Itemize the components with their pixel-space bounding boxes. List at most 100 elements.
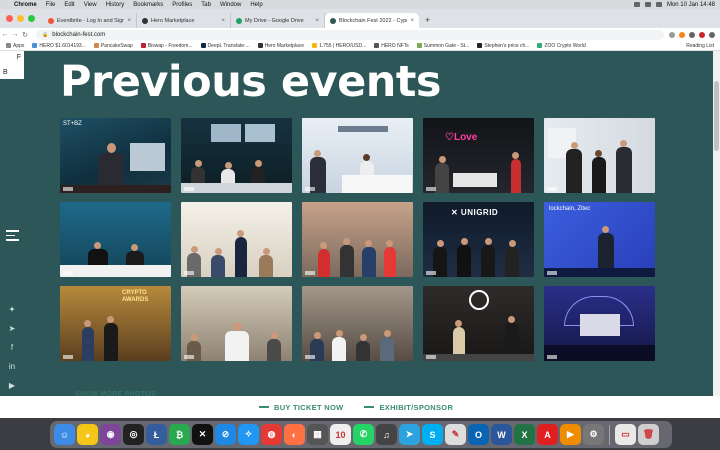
dock-compass-icon[interactable]: ⊘ [215,424,236,445]
zoom-window-button[interactable] [28,15,35,22]
battery-icon[interactable] [644,2,651,7]
dock-safari-icon[interactable]: ✧ [238,424,259,445]
dock-word-icon[interactable]: W [491,424,512,445]
dock-notes-icon[interactable]: ✎ [445,424,466,445]
gallery-photo[interactable] [423,286,534,361]
more-icon[interactable] [709,31,715,38]
bookmark-item[interactable]: Hero Marketplace [257,43,304,49]
dock-trash-icon[interactable]: 🗑 [638,424,659,445]
gallery-photo[interactable]: CRYPTO AWARDS [60,286,171,361]
dock-x-icon[interactable]: ✕ [192,424,213,445]
gallery-photo[interactable] [302,202,413,277]
close-tab-icon[interactable]: × [410,18,414,24]
dock-chrome-icon[interactable]: ◍ [261,424,282,445]
dock-skype-icon[interactable]: S [422,424,443,445]
menu-chrome[interactable]: Chrome [14,2,37,8]
telegram-icon[interactable]: ➤ [7,324,17,334]
close-tab-icon[interactable]: × [315,18,319,24]
linkedin-icon[interactable]: in [7,362,17,372]
menu-window[interactable]: Window [220,2,241,8]
dock-calendar-icon[interactable]: 10 [330,424,351,445]
bookmark-item[interactable]: HERO NFTs [374,43,409,49]
minimize-window-button[interactable] [17,15,24,22]
tab-hero-marketplace[interactable]: Hero Marketplace × [137,13,231,28]
menu-file[interactable]: File [46,2,56,8]
reload-icon[interactable]: ↻ [20,31,30,39]
bookmark-item[interactable]: HERO $1.6014193... [32,43,86,49]
bookmark-item[interactable]: ZOO Crypto World [537,43,586,49]
bookmark-item[interactable]: Stephen's price ch... [477,43,529,49]
dock-calculator-icon[interactable]: ▦ [307,424,328,445]
close-window-button[interactable] [6,15,13,22]
gallery-photo[interactable]: lockchain, Zitec [544,202,655,277]
tab-blockchain-fest[interactable]: Blockchain Fest 2022 - Cypru... × [325,13,419,28]
buy-ticket-link[interactable]: BUY TICKET NOW [259,403,343,412]
tab-eventbrite[interactable]: Eventbrite - Log In and Sign In × [43,13,137,28]
bookmark-item[interactable]: 1.755 | HERO/USD... [312,43,366,49]
menu-tab[interactable]: Tab [201,2,211,8]
gallery-photo[interactable]: ♡Love [423,118,534,193]
exhibit-sponsor-link[interactable]: EXHIBIT/SPONSOR [364,403,453,412]
dock-vlc-icon[interactable]: ▶ [560,424,581,445]
menu-icon[interactable] [6,230,19,244]
puzzle-icon[interactable] [689,31,695,38]
forward-icon[interactable]: → [10,31,20,38]
gallery-photo[interactable] [181,202,292,277]
menu-help[interactable]: Help [250,2,262,8]
menu-edit[interactable]: Edit [64,2,74,8]
youtube-icon[interactable]: ▶ [7,381,17,391]
close-tab-icon[interactable]: × [221,18,225,24]
gallery-photo[interactable] [302,118,413,193]
gallery-photo[interactable] [181,286,292,361]
menu-bookmarks[interactable]: Bookmarks [133,2,163,8]
avatar[interactable] [699,31,705,38]
bookmark-item[interactable]: Apps [6,43,24,49]
bookmark-item[interactable]: PancakeSwap [93,43,133,49]
wifi-icon[interactable] [633,2,640,7]
dock-excel-icon[interactable]: X [514,424,535,445]
gallery-photo[interactable] [544,286,655,361]
page-scrollbar[interactable] [713,51,720,396]
dock-duck-icon[interactable]: ◕ [77,424,98,445]
gallery-photo[interactable] [544,118,655,193]
gallery-photo[interactable]: ST+BZ [60,118,171,193]
dock-bitcoin-icon[interactable]: ₿ [169,424,190,445]
metamask-icon[interactable] [679,31,685,38]
reading-list[interactable]: Reading List [686,43,720,49]
dock-music-icon[interactable]: ♫ [376,424,397,445]
dock-adobe-icon[interactable]: A [537,424,558,445]
dock-litecoin-icon[interactable]: Ł [146,424,167,445]
dock-documents-icon[interactable]: ▭ [615,424,636,445]
new-tab-icon[interactable]: + [419,15,436,28]
facebook-icon[interactable]: f [7,343,17,353]
back-icon[interactable]: ← [0,31,10,38]
clock[interactable]: Mon 10 Jan 14:48 [667,2,715,8]
bookmark-item[interactable]: Summon Gate - St... [416,43,469,49]
site-logo[interactable]: F B [0,51,24,79]
gallery-photo[interactable] [302,286,413,361]
dock-ledger-icon[interactable]: ◎ [123,424,144,445]
tab-google-drive[interactable]: My Drive - Google Drive × [231,13,325,28]
gallery-photo[interactable] [181,118,292,193]
dock-telegram-icon[interactable]: ➤ [399,424,420,445]
dock-finder-icon[interactable]: ☺ [54,424,75,445]
bookmark-item[interactable]: DeepL Translate:... [200,43,250,49]
dock-firefox-icon[interactable]: ◐ [284,424,305,445]
address-bar[interactable]: 🔒 blockchain-fest.com [36,29,664,40]
dock-tor-icon[interactable]: ◉ [100,424,121,445]
gallery-photo[interactable]: ✕ UNIGRID [423,202,534,277]
bookmark-item[interactable]: Biswap - Freedom... [140,43,193,49]
close-tab-icon[interactable]: × [127,18,131,24]
scrollbar-thumb[interactable] [714,81,719,151]
star-icon[interactable] [669,31,675,38]
menu-view[interactable]: View [84,2,97,8]
twitter-icon[interactable]: ✦ [7,305,17,315]
search-icon[interactable] [655,2,662,7]
menu-history[interactable]: History [106,2,125,8]
dock-outlook-icon[interactable]: O [468,424,489,445]
dock-whatsapp-icon[interactable]: ✆ [353,424,374,445]
gallery-photo[interactable] [60,202,171,277]
love-sign-graphic: ♡Love [445,132,478,143]
dock-settings-icon[interactable]: ⚙ [583,424,604,445]
menu-profiles[interactable]: Profiles [172,2,192,8]
